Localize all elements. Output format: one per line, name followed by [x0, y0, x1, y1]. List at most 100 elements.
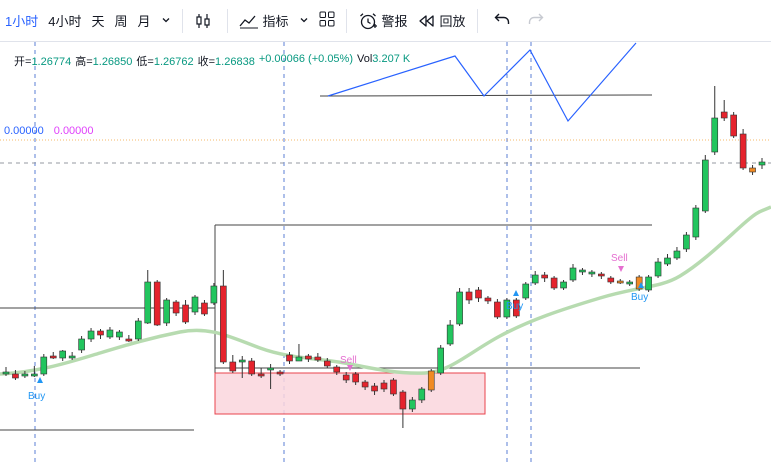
price-chart[interactable]: Buy Sell Buy Sell Buy: [0, 0, 771, 462]
candle-body: [569, 267, 577, 281]
candle-body: [238, 359, 246, 363]
candle-body: [494, 301, 501, 318]
buy-signal-label: Buy: [506, 301, 523, 312]
candle-body: [31, 373, 38, 377]
candle-body: [257, 373, 265, 377]
candle-body: [12, 373, 19, 379]
buy-signal-label: Buy: [28, 391, 45, 402]
candle-body: [182, 304, 189, 323]
candle-body: [701, 159, 709, 212]
candle-body: [49, 355, 57, 359]
low-label: 低=: [136, 56, 154, 68]
level-line: [319, 94, 653, 97]
candle-body: [607, 277, 615, 283]
candle-body: [125, 338, 133, 342]
candle-body: [229, 361, 237, 372]
candle-body: [645, 276, 652, 291]
candle-body: [560, 281, 567, 289]
candle-body: [135, 320, 142, 340]
indicator-value-a: 0.00000: [4, 125, 44, 137]
indicator-value-b: 0.00000: [53, 125, 94, 137]
candle-body: [267, 367, 274, 371]
candle-body: [276, 371, 284, 375]
candle-body: [352, 373, 359, 383]
close-label: 收=: [197, 56, 216, 68]
candle-body: [437, 347, 445, 374]
candle-body: [673, 250, 681, 259]
low-value: 1.26762: [153, 56, 194, 68]
candle-body: [692, 207, 700, 238]
candle-body: [323, 360, 331, 367]
candle-body: [531, 274, 539, 284]
candle-body: [598, 273, 605, 277]
candle-body: [248, 360, 255, 375]
candle-body: [295, 356, 303, 362]
candle-body: [616, 280, 624, 284]
sell-signal-label: Sell: [340, 355, 357, 366]
candle-body: [210, 285, 218, 304]
candle-body: [475, 289, 482, 299]
candle-body: [116, 331, 123, 338]
candle-body: [191, 296, 199, 313]
close-value: 1.26838: [215, 56, 255, 68]
candle-body: [361, 381, 369, 388]
open-value: 1.26774: [31, 56, 72, 68]
candle-body: [342, 374, 350, 381]
candle-body: [380, 382, 388, 390]
candle-body: [59, 350, 67, 359]
candle-body: [550, 277, 558, 289]
volume-value: 3.207 K: [372, 53, 411, 65]
candle-body: [78, 338, 85, 351]
candle-body: [730, 114, 737, 137]
buy-signal-label: Buy: [631, 292, 648, 303]
indicator-values: 0.00000 0.00000: [4, 125, 94, 137]
candle-body: [390, 379, 397, 395]
candle-body: [664, 257, 671, 265]
change-value: +0.00066 (+0.05%): [258, 53, 353, 65]
sell-arrow-icon: [618, 266, 624, 272]
candle-body: [97, 330, 104, 336]
candle-body: [201, 302, 208, 315]
candle-body: [683, 234, 690, 250]
candle-body: [163, 299, 170, 324]
candle-body: [720, 111, 728, 119]
candle-body: [588, 271, 596, 275]
open-label: 开=: [14, 56, 32, 68]
moving-average-line: [0, 205, 771, 376]
candle-body: [286, 354, 293, 362]
ohlc-legend: 开=1.26774 高=1.26850 低=1.26762 收=1.26838 …: [14, 53, 410, 69]
candle-body: [87, 330, 95, 340]
candle-body: [446, 324, 454, 345]
candle-body: [418, 388, 426, 401]
candle-body: [220, 285, 227, 363]
candle-body: [739, 133, 747, 169]
demand-zone-box: [214, 372, 486, 415]
candle-body: [465, 291, 473, 301]
candle-body: [153, 281, 161, 326]
sell-signal-label: Sell: [611, 253, 628, 264]
candle-body: [626, 281, 634, 285]
candle-body: [409, 399, 416, 410]
high-label: 高=: [75, 56, 93, 68]
buy-arrow-icon: [37, 377, 43, 383]
candle-body: [144, 281, 152, 324]
candle-body: [371, 385, 378, 392]
candle-body: [40, 356, 48, 375]
candle-body: [314, 356, 322, 361]
candle-body: [333, 366, 341, 373]
candle-body: [68, 355, 76, 359]
candle-body: [758, 161, 766, 166]
candle-body: [654, 261, 662, 277]
candle-body: [2, 371, 10, 375]
candle-body: [106, 329, 114, 338]
candle-body: [305, 355, 312, 360]
candle-body: [579, 269, 586, 273]
volume-label: Vol: [357, 53, 373, 65]
candle-body: [456, 291, 463, 325]
candle-body: [399, 391, 407, 410]
candle-body: [172, 301, 180, 314]
candle-body: [427, 370, 435, 391]
candle-body: [749, 167, 756, 173]
high-value: 1.26850: [92, 56, 133, 68]
candle-body: [711, 117, 719, 153]
